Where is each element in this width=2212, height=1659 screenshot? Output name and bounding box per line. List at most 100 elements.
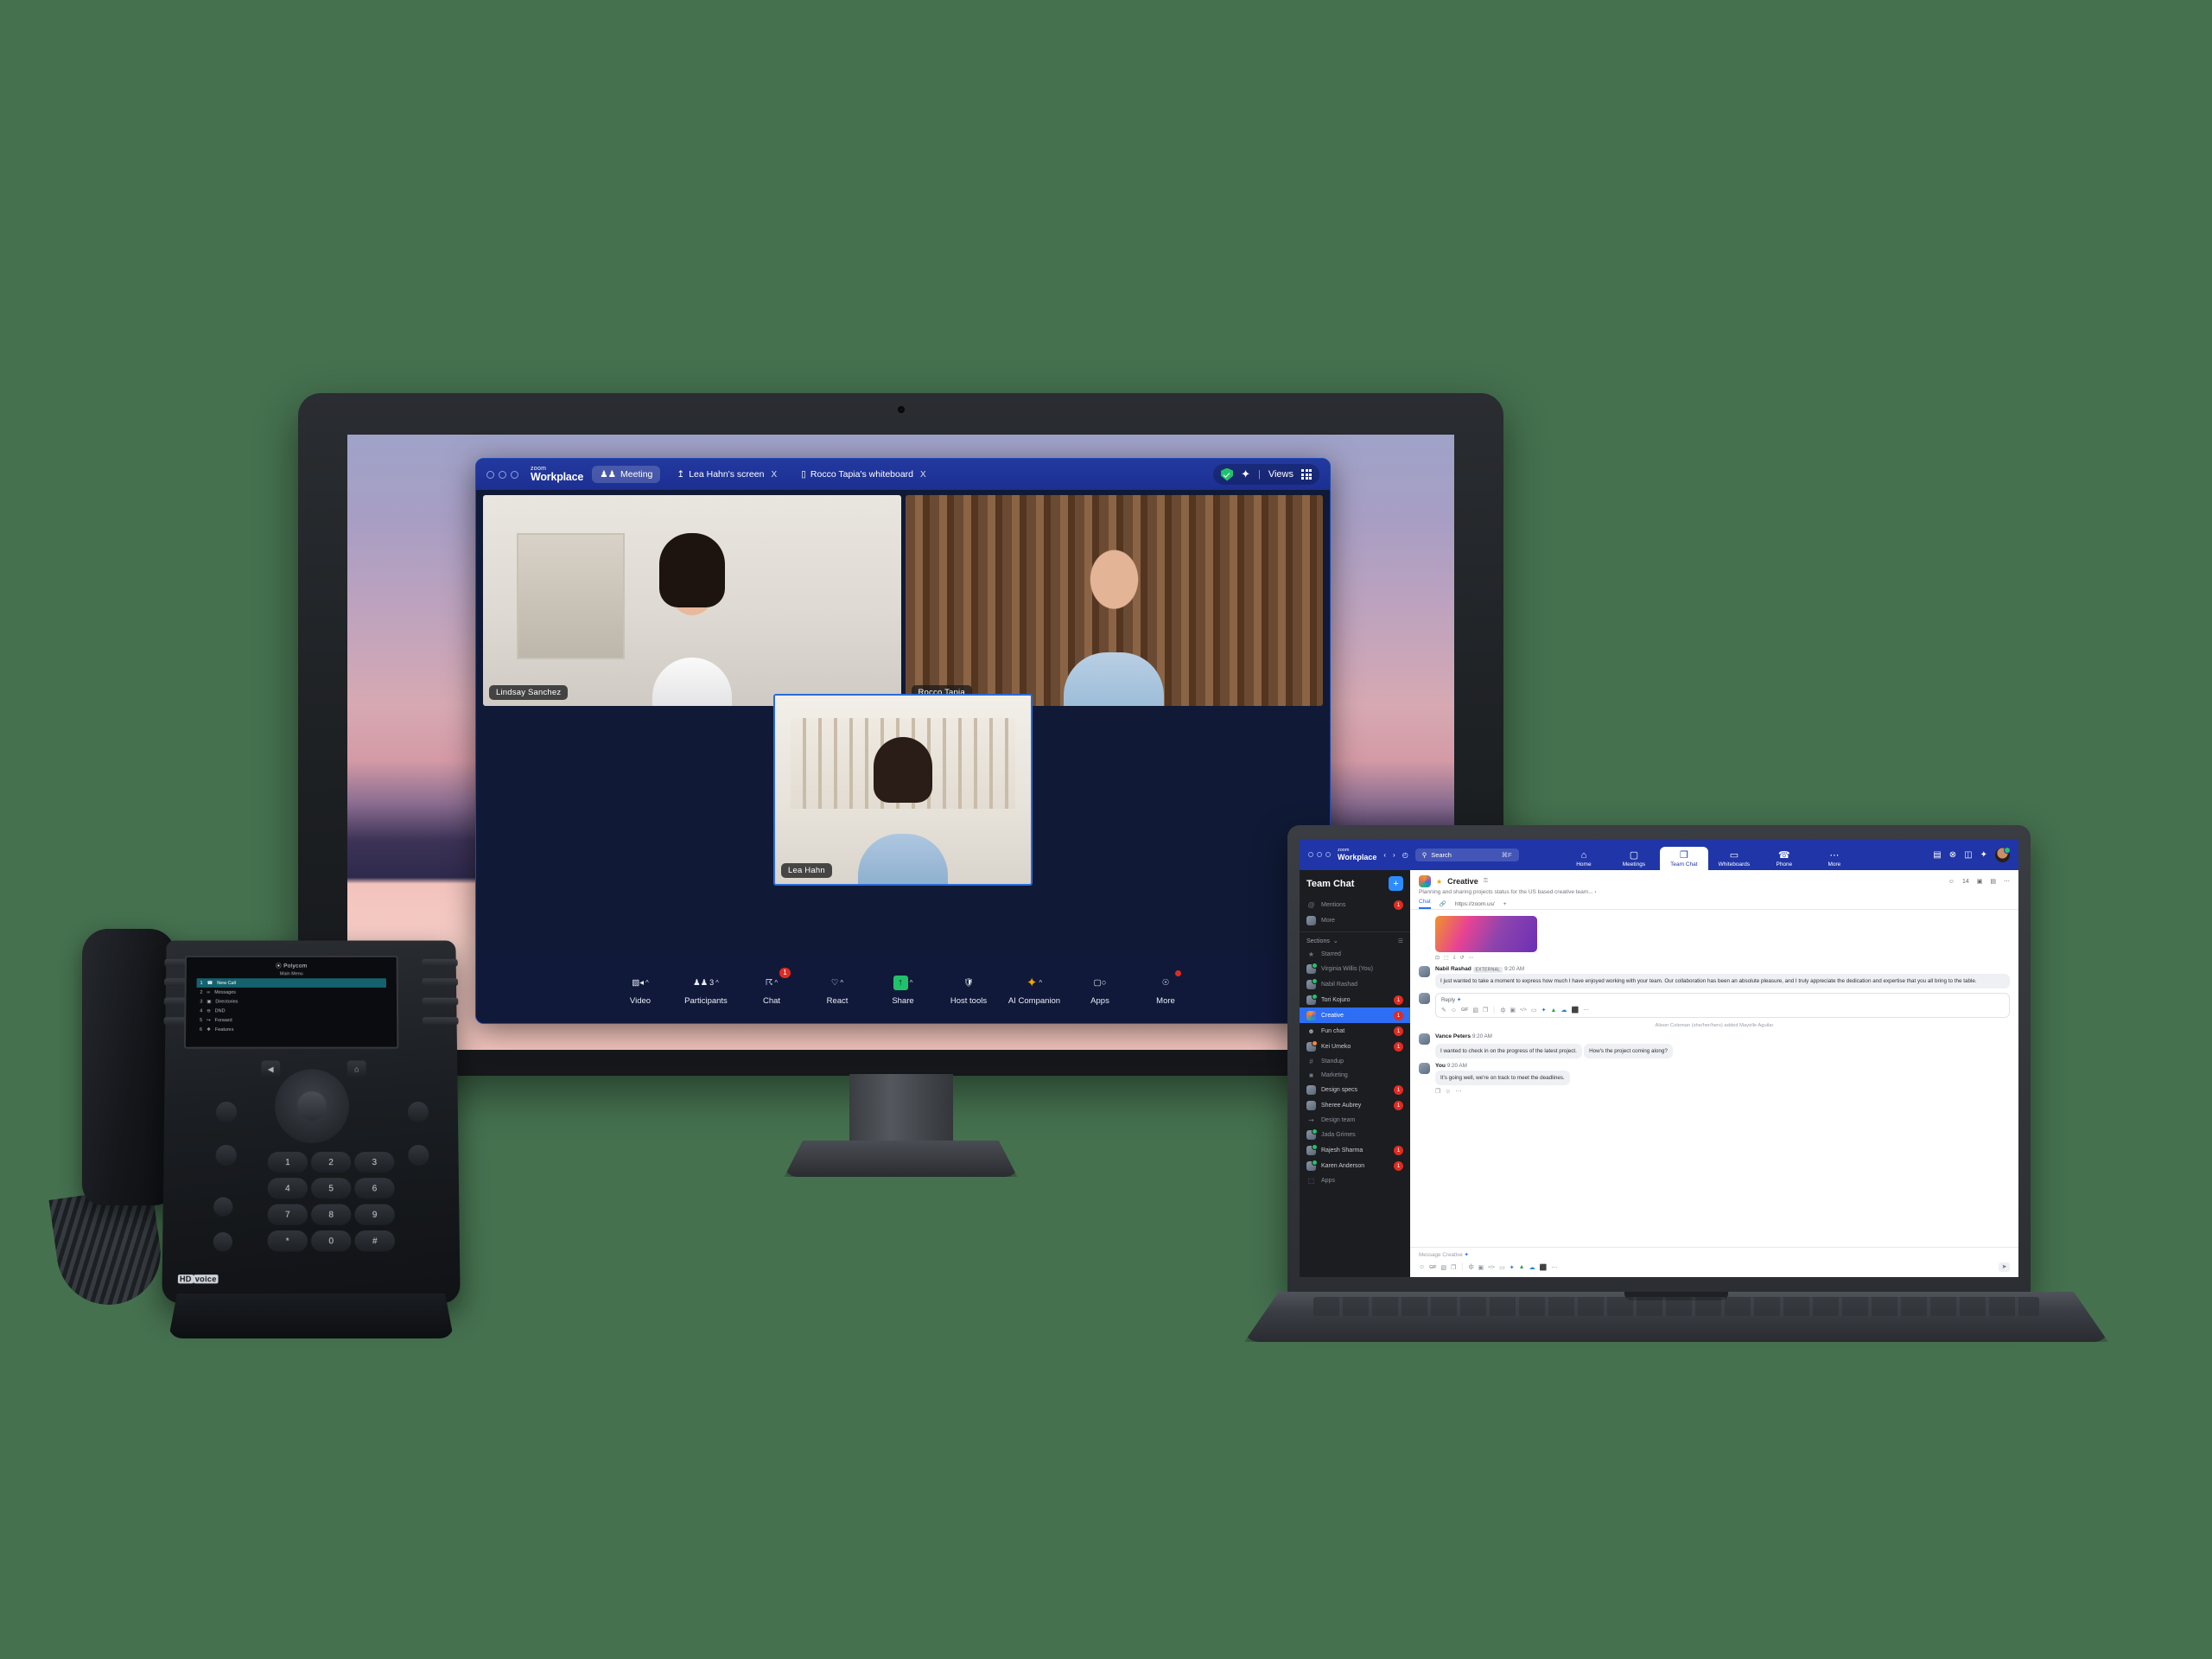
chevron-up-icon[interactable]: ^ [840,979,843,987]
screenshot-icon[interactable]: ❐ [1483,1007,1488,1014]
chevron-up-icon[interactable]: ^ [774,979,778,987]
file-icon[interactable]: ▧ [1472,1007,1478,1014]
key-5[interactable]: 5 [311,1178,352,1199]
reply-icon[interactable]: ❐ [1435,1088,1440,1095]
code-icon[interactable]: </> [1488,1265,1495,1270]
clipboard-icon[interactable]: ▤ [1933,850,1941,860]
volume-up-button[interactable] [213,1197,233,1217]
sidebar-item-jada-grimes[interactable]: Jada Grimes [1300,1127,1410,1142]
sidebar-item-virginia-willis[interactable]: Virginia Willis (You) [1300,961,1410,976]
menu-item-new-call[interactable]: 1 ☎ New Call [196,978,386,988]
more-dots-icon[interactable]: ⋯ [1455,1088,1461,1095]
toolbar-host-tools-button[interactable]: 🛡 Host tools [936,971,1001,1007]
sidebar-item-creative[interactable]: Creative 1 [1300,1007,1410,1023]
encryption-shield-icon[interactable] [1221,467,1234,481]
sparkle-icon[interactable]: ✦ [1980,850,1987,860]
expand-icon[interactable]: ⬚ [1444,955,1449,961]
box-icon[interactable]: ⬛ [1540,1264,1548,1271]
emoji-icon[interactable]: ☺ [1419,1264,1425,1270]
filter-icon[interactable]: ☰ [1398,938,1403,944]
back-icon[interactable]: ‹ [1383,851,1386,859]
back-button[interactable]: ◀ [261,1060,281,1078]
more-dots-icon[interactable]: ⋯ [1551,1264,1557,1271]
chevron-up-icon[interactable]: ^ [910,979,913,987]
chevron-up-icon[interactable]: ^ [1039,979,1042,987]
channel-tab-link[interactable]: https://zoom.us/ [1455,901,1495,907]
format-icon[interactable]: ✎ [1441,1007,1446,1014]
more-dots-icon[interactable]: ⋯ [1583,1007,1589,1014]
screenshot-icon[interactable]: ❐ [1451,1264,1456,1271]
key-7[interactable]: 7 [267,1204,308,1225]
toolbar-video-button[interactable]: ▧◂ ^ Video [607,971,673,1007]
gif-icon[interactable]: GIF [1429,1265,1436,1270]
tab-screen-share[interactable]: ↥ Lea Hahn's screen X [669,466,785,483]
video-icon[interactable]: ▣ [1977,878,1983,885]
sidebar-item-nabil-rashad[interactable]: Nabil Rashad [1300,976,1410,992]
toolbar-share-button[interactable]: ↑ ^ Share [870,971,936,1006]
tab-phone[interactable]: ☎ Phone [1760,847,1808,870]
microphone-icon[interactable]: ф [1501,1007,1506,1014]
avatar[interactable] [1419,1033,1430,1046]
sidebar-item-sheree-aubrey[interactable]: Sheree Aubrey 1 [1300,1097,1410,1113]
sidebar-item-marketing[interactable]: ■ Marketing [1300,1068,1410,1082]
speaker-button[interactable] [215,1145,237,1166]
clipboard-icon[interactable]: ▤ [1990,878,1996,885]
key-3[interactable]: 3 [354,1152,395,1173]
sidebar-item-tori-kojuro[interactable]: Tori Kojuro 1 [1300,992,1410,1007]
video-message-icon[interactable]: ▣ [1510,1007,1516,1014]
video-tile-lea[interactable]: Lea Hahn [773,694,1033,886]
close-icon[interactable]: X [771,470,777,480]
sparkle-icon[interactable]: ✦ [1457,997,1461,1003]
key-0[interactable]: 0 [311,1230,352,1252]
toolbar-participants-button[interactable]: ♟♟ 3 ^ Participants [673,971,739,1007]
forward-icon[interactable]: › [1393,851,1395,859]
home-button[interactable]: ⌂ [346,1060,366,1078]
channel-tab-chat[interactable]: Chat [1419,899,1431,909]
onedrive-icon[interactable]: ☁ [1560,1007,1567,1014]
video-message-icon[interactable]: ▣ [1478,1264,1484,1271]
phone-keypad[interactable]: 1 2 3 4 5 6 7 8 9 * 0 # [267,1152,398,1252]
toolbar-react-button[interactable]: ♡ ^ React [804,971,870,1007]
search-input[interactable]: ⚲ Search ⌘F [1414,848,1519,861]
sections-header[interactable]: Sections ⌄ ☰ [1300,931,1410,947]
toolbar-ai-companion-button[interactable]: ✦ ^ AI Companion [1001,971,1067,1006]
sparkle-icon[interactable]: ✦ [1510,1264,1515,1271]
send-button[interactable]: ➤ [1999,1262,2010,1272]
key-4[interactable]: 4 [267,1178,308,1199]
google-drive-icon[interactable]: ▲ [1519,1264,1525,1270]
refresh-icon[interactable]: ↺ [1459,955,1464,961]
code-icon[interactable]: </> [1520,1007,1527,1013]
panel-toggle-icon[interactable]: ◫ [1964,850,1972,860]
close-icon[interactable]: X [920,470,926,480]
key-star[interactable]: * [267,1230,308,1252]
sparkle-icon[interactable]: ✦ [1541,1007,1547,1014]
comment-icon[interactable]: ⊡ [1435,955,1440,961]
emoji-icon[interactable]: ☺ [1451,1007,1457,1014]
microphone-icon[interactable]: ф [1469,1264,1474,1270]
key-6[interactable]: 6 [354,1178,395,1199]
tab-meeting[interactable]: ♟♟ Meeting [592,466,661,483]
video-tile-rocco[interactable]: Rocco Tapia [905,495,1323,706]
menu-item-dnd[interactable]: 4 ⊖ DND [196,1006,386,1015]
message-image-attachment[interactable]: ⊡ ⬚ ⤓ ↺ ⋯ [1435,916,2010,961]
file-icon[interactable]: ▧ [1441,1264,1447,1271]
sidebar-item-karen-anderson[interactable]: Karen Anderson 1 [1300,1158,1410,1173]
reply-composer[interactable]: Reply ✦ ✎ ☺ GIF ▧ ❐ │ ф ▣ </> ▭ ✦ ▲ ☁ ⬛ … [1419,993,2010,1019]
tab-home[interactable]: ⌂ Home [1560,847,1608,870]
sidebar-item-standup[interactable]: # Standup [1300,1054,1410,1068]
headset-button[interactable] [215,1102,238,1122]
emoji-reaction-icon[interactable]: ☺ [1445,1089,1451,1095]
menu-item-forward[interactable]: 5 ↪ Forward [196,1015,386,1025]
phone-handset[interactable] [82,929,175,1205]
video-tile-lindsay[interactable]: Lindsay Sanchez [483,495,901,706]
star-icon[interactable]: ★ [1436,878,1442,886]
tab-whiteboards[interactable]: ▭ Whiteboards [1710,847,1758,870]
image-preview[interactable] [1435,916,1537,952]
box-icon[interactable]: ⬛ [1571,1007,1579,1014]
add-tab-button[interactable]: + [1503,901,1507,907]
sidebar-item-design-specs[interactable]: Design specs 1 [1300,1082,1410,1097]
navigation-cluster[interactable] [274,1069,350,1144]
key-pound[interactable]: # [354,1230,396,1252]
sidebar-item-rajesh-sharma[interactable]: Rajesh Sharma 1 [1300,1142,1410,1158]
toolbar-more-button[interactable]: ☉ More [1133,970,1198,1006]
